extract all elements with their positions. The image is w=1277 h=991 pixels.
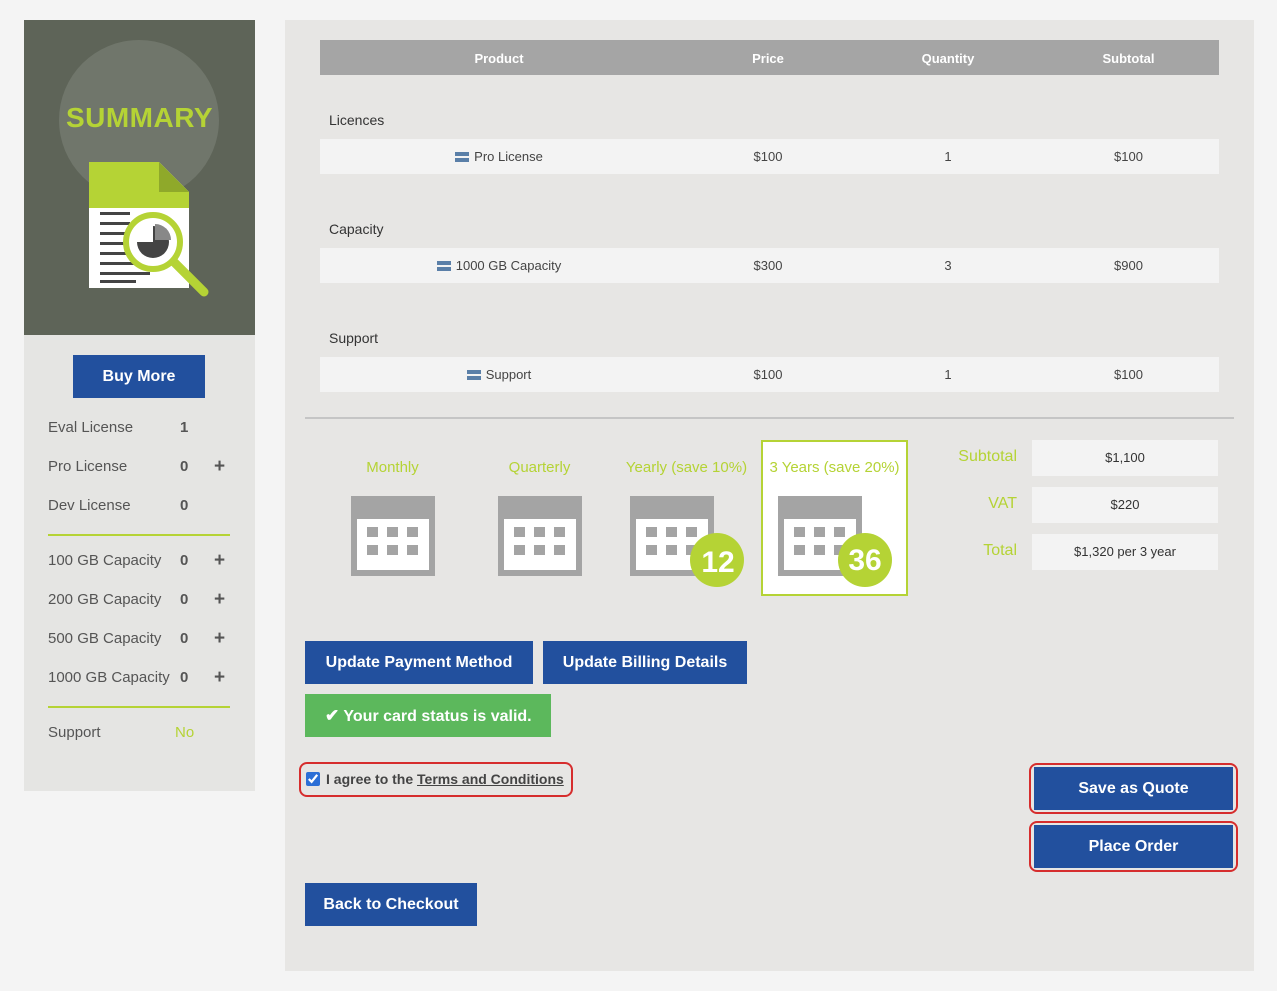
item-label: Dev License xyxy=(48,497,131,514)
buy-more-button[interactable]: Buy More xyxy=(73,355,205,398)
sidebar-item-eval-license: Eval License 1 xyxy=(48,419,238,439)
sidebar-item-support: Support No xyxy=(48,724,238,744)
update-billing-details-button[interactable]: Update Billing Details xyxy=(543,641,747,684)
item-count: 0 xyxy=(180,669,189,686)
product-name: Pro License xyxy=(474,149,543,164)
sidebar-item-pro-license: Pro License 0 + xyxy=(48,456,238,478)
plan-label: Yearly (save 10%) xyxy=(625,459,748,476)
back-to-checkout-button[interactable]: Back to Checkout xyxy=(305,883,477,926)
item-count: 1 xyxy=(180,419,189,436)
plan-monthly[interactable]: Monthly xyxy=(319,440,466,596)
place-order-button[interactable]: Place Order xyxy=(1034,825,1233,868)
sidebar: SUMMARY Buy More Eval License 1 Pro Lice… xyxy=(24,20,255,791)
divider xyxy=(48,706,230,708)
table-row: Pro License $100 1 $100 xyxy=(320,139,1219,174)
calendar-icon xyxy=(351,496,435,576)
vat-value: $220 xyxy=(1032,487,1218,523)
quantity-cell: 1 xyxy=(944,367,952,382)
plan-3-years-selected[interactable]: 3 Years (save 20%) 36 xyxy=(761,440,908,596)
plus-icon[interactable]: + xyxy=(214,456,225,478)
subtotal-cell: $100 xyxy=(1114,367,1143,382)
item-count: 0 xyxy=(180,591,189,608)
terms-prefix: I agree to the xyxy=(326,771,418,787)
quantity-cell: 1 xyxy=(944,149,952,164)
item-label: Support xyxy=(48,724,101,741)
item-label: Pro License xyxy=(48,458,128,475)
table-header: Product Price Quantity Subtotal xyxy=(320,40,1219,75)
subtotal-label: Subtotal xyxy=(958,448,1017,465)
plus-icon[interactable]: + xyxy=(214,628,225,650)
terms-label: I agree to the Terms and Conditions xyxy=(326,771,564,787)
terms-agreement: I agree to the Terms and Conditions xyxy=(299,762,573,797)
subtotal-cell: $900 xyxy=(1114,258,1143,273)
plan-label: Quarterly xyxy=(508,459,571,476)
order-summary-main: Product Price Quantity Subtotal Licences… xyxy=(285,20,1254,971)
list-row-icon xyxy=(436,261,451,271)
plan-badge: 12 xyxy=(701,546,735,579)
table-row: Support $100 1 $100 xyxy=(320,357,1219,392)
sidebar-item-200gb: 200 GB Capacity 0 + xyxy=(48,589,238,611)
plus-icon[interactable]: + xyxy=(214,589,225,611)
summary-panel: SUMMARY xyxy=(24,20,255,335)
table-row: 1000 GB Capacity $300 3 $900 xyxy=(320,248,1219,283)
sidebar-item-100gb: 100 GB Capacity 0 + xyxy=(48,550,238,572)
calendar-icon xyxy=(778,496,892,587)
section-separator xyxy=(305,417,1234,419)
product-name: 1000 GB Capacity xyxy=(455,258,562,273)
document-chart-icon xyxy=(89,162,209,297)
summary-title: SUMMARY xyxy=(65,102,214,133)
item-count: 0 xyxy=(180,552,189,569)
calendar-icon xyxy=(498,496,582,576)
item-label: 500 GB Capacity xyxy=(48,630,162,647)
list-row-icon xyxy=(455,152,470,162)
plan-yearly[interactable]: Yearly (save 10%) 12 xyxy=(613,440,760,596)
quantity-cell: 3 xyxy=(944,258,952,273)
plan-label: Monthly xyxy=(366,459,419,476)
plus-icon[interactable]: + xyxy=(214,550,225,572)
product-name: Support xyxy=(485,367,532,382)
card-status-text: Your card status is valid. xyxy=(343,708,532,725)
price-cell: $100 xyxy=(753,367,783,382)
item-count: 0 xyxy=(180,497,189,514)
plan-badge: 36 xyxy=(848,544,882,577)
item-label: 100 GB Capacity xyxy=(48,552,162,569)
item-label: 1000 GB Capacity xyxy=(48,669,170,686)
subtotal-cell: $100 xyxy=(1114,149,1143,164)
plan-label: 3 Years (save 20%) xyxy=(769,459,900,476)
total-label: Total xyxy=(983,542,1017,559)
update-payment-method-button[interactable]: Update Payment Method xyxy=(305,641,533,684)
section-label-support: Support xyxy=(329,330,379,346)
column-header-subtotal: Subtotal xyxy=(1102,51,1155,66)
column-header-product: Product xyxy=(474,51,524,66)
subtotal-value: $1,100 xyxy=(1032,440,1218,476)
card-status-badge: ✔ Your card status is valid. xyxy=(305,694,551,737)
vat-label: VAT xyxy=(988,495,1017,512)
plus-icon[interactable]: + xyxy=(214,667,225,689)
save-as-quote-button[interactable]: Save as Quote xyxy=(1034,767,1233,810)
support-value: No xyxy=(175,724,195,741)
price-cell: $100 xyxy=(753,149,783,164)
list-row-icon xyxy=(466,370,481,380)
price-cell: $300 xyxy=(753,258,783,273)
item-count: 0 xyxy=(180,630,189,647)
sidebar-item-dev-license: Dev License 0 xyxy=(48,497,238,517)
plan-quarterly[interactable]: Quarterly xyxy=(466,440,613,596)
sidebar-item-500gb: 500 GB Capacity 0 + xyxy=(48,628,238,650)
column-header-quantity: Quantity xyxy=(921,51,975,66)
checkmark-icon: ✔ xyxy=(325,706,340,725)
section-label-capacity: Capacity xyxy=(329,221,384,237)
total-value: $1,320 per 3 year xyxy=(1032,534,1218,570)
item-label: 200 GB Capacity xyxy=(48,591,162,608)
item-label: Eval License xyxy=(48,419,134,436)
terms-and-conditions-link[interactable]: Terms and Conditions xyxy=(417,771,564,787)
item-count: 0 xyxy=(180,458,189,475)
sidebar-item-1000gb: 1000 GB Capacity 0 + xyxy=(48,667,238,689)
divider xyxy=(48,534,230,536)
terms-checkbox[interactable] xyxy=(306,772,320,786)
section-label-licences: Licences xyxy=(329,112,385,128)
column-header-price: Price xyxy=(752,51,784,66)
